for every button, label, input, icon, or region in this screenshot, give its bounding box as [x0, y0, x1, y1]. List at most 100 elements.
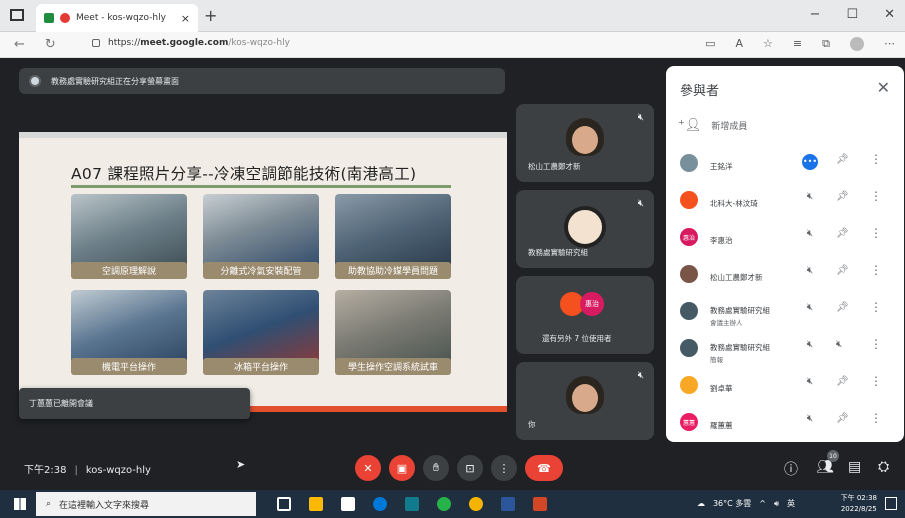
- add-people-button[interactable]: ⁺👤︎ 新增成員: [678, 118, 747, 133]
- shared-screen[interactable]: A07 課程照片分享--冷凍空調節能技術(南港高工) 空調原理解說 分離式冷氣安…: [19, 132, 507, 412]
- taskbar-clock[interactable]: 下午 02:38 2022/8/25: [841, 493, 877, 515]
- mic-toggle-button[interactable]: ✕: [355, 455, 381, 481]
- pin-icon[interactable]: 📌︎: [836, 302, 849, 313]
- camera-toggle-button[interactable]: ▣: [389, 455, 415, 481]
- new-tab-button[interactable]: +: [204, 6, 217, 25]
- present-button[interactable]: ⊡: [457, 455, 483, 481]
- notification-center-icon[interactable]: [885, 497, 897, 510]
- file-explorer-icon[interactable]: [309, 497, 323, 511]
- clock-time: 下午 02:38: [840, 494, 877, 502]
- participant-row[interactable]: 劉卓華 🔇︎ 📌︎ ⋮: [666, 370, 904, 406]
- presentation-banner: 教務處實驗研究組正在分享螢幕畫面: [19, 68, 505, 94]
- self-tile[interactable]: 🔇︎ 你: [516, 362, 654, 440]
- favorite-star-icon[interactable]: ☆: [763, 37, 773, 51]
- window-menu-icon[interactable]: [10, 9, 24, 21]
- more-vert-icon[interactable]: ⋮: [870, 374, 882, 388]
- profile-avatar[interactable]: [850, 37, 864, 51]
- participant-row[interactable]: 北科大-林汶琦 🔇︎ 📌︎ ⋮: [666, 185, 904, 221]
- more-options-button[interactable]: ⋮: [491, 455, 517, 481]
- weather-text[interactable]: 36°C 多雲: [713, 498, 751, 509]
- windows-start-icon[interactable]: [14, 498, 26, 510]
- meet-control-bar: 下午2:38 | kos-wqzo-hly ➤ ✕ ▣ ✋︎ ⊡ ⋮ ☎︎ ⓘ 👥︎…: [0, 444, 905, 488]
- participant-avatar: 惠治: [680, 228, 698, 246]
- more-vert-icon: ⋮: [498, 461, 510, 475]
- pin-icon[interactable]: 📌︎: [836, 376, 849, 387]
- tab-close-icon[interactable]: ×: [181, 12, 190, 25]
- pin-icon[interactable]: 📌︎: [836, 154, 849, 165]
- back-arrow-icon[interactable]: ←: [14, 37, 25, 52]
- participant-tile-others[interactable]: 惠治 還有另外 7 位使用者: [516, 276, 654, 354]
- camera-off-icon: ▣: [396, 461, 408, 475]
- more-vert-icon[interactable]: ⋮: [870, 152, 882, 166]
- others-avatar-b: 惠治: [580, 292, 604, 316]
- read-aloud-icon[interactable]: A: [736, 37, 744, 51]
- line-icon[interactable]: [437, 497, 451, 511]
- word-icon[interactable]: [501, 497, 515, 511]
- chrome-icon[interactable]: [469, 497, 483, 511]
- participant-name: 王銘洋: [710, 162, 733, 171]
- taskbar-search-box[interactable]: ⌕ 在這裡輸入文字來搜尋: [36, 492, 256, 516]
- more-vert-icon[interactable]: ⋮: [870, 411, 882, 425]
- close-window-button[interactable]: ✕: [884, 7, 895, 22]
- volume-icon[interactable]: 🔊︎: [774, 499, 779, 509]
- more-vert-icon[interactable]: ⋮: [870, 337, 882, 351]
- present-screen-icon: ⊡: [465, 461, 475, 475]
- mic-off-icon: 🔇︎: [637, 112, 644, 123]
- leave-call-button[interactable]: ☎︎: [525, 455, 563, 481]
- participant-row[interactable]: 王銘洋 ••• 📌︎ ⋮: [666, 148, 904, 184]
- mic-off-icon: 🔇︎: [806, 413, 814, 424]
- photo-caption-1: 空調原理解說: [71, 262, 187, 279]
- participant-row[interactable]: 蕙蕙 羅蕙蕙 🔇︎ 📌︎ ⋮: [666, 407, 904, 443]
- participant-row[interactable]: 教務處實驗研究組 簡報 🔇︎ 🔇︎ ⋮: [666, 333, 904, 369]
- activities-icon[interactable]: ⛭: [878, 459, 889, 475]
- pin-icon[interactable]: 📌︎: [836, 191, 849, 202]
- photo-caption-6: 學生操作空調系統試車: [335, 358, 451, 375]
- minimize-button[interactable]: −: [810, 7, 821, 22]
- meeting-info-icon[interactable]: ⓘ: [784, 459, 798, 479]
- powerpoint-icon[interactable]: [533, 497, 547, 511]
- participant-row[interactable]: 惠治 李惠治 🔇︎ 📌︎ ⋮: [666, 222, 904, 258]
- tray-expand-icon[interactable]: ^: [759, 499, 766, 508]
- window-controls: − ☐ ✕: [810, 7, 895, 22]
- more-vert-icon[interactable]: ⋮: [870, 226, 882, 240]
- participant-row[interactable]: 教務處實驗研究組 會議主辦人 🔇︎ 📌︎ ⋮: [666, 296, 904, 332]
- reload-icon[interactable]: ↻: [45, 37, 56, 52]
- participant-avatar: [680, 376, 698, 394]
- more-vert-icon[interactable]: ⋮: [870, 300, 882, 314]
- maximize-button[interactable]: ☐: [846, 7, 858, 22]
- participant-tile-2[interactable]: 🔇︎ 教務處實驗研究組: [516, 190, 654, 268]
- participant-row[interactable]: 松山工農鄭才新 🔇︎ 📌︎ ⋮: [666, 259, 904, 295]
- favorites-list-icon[interactable]: ≡: [793, 37, 802, 51]
- participant-tile-1[interactable]: 🔇︎ 松山工農鄭才新: [516, 104, 654, 182]
- browser-toolbar: ▭ A ☆ ≡ ⧉ ⋯: [705, 37, 895, 51]
- slide-title: A07 課程照片分享--冷凍空調節能技術(南港高工): [71, 165, 417, 183]
- edge-icon[interactable]: [373, 497, 387, 511]
- pin-icon[interactable]: 📌︎: [836, 228, 849, 239]
- current-time: 下午2:38: [24, 465, 67, 476]
- browser-tab-meet[interactable]: Meet - kos-wqzo-hly ×: [36, 4, 198, 32]
- participant-name: 劉卓華: [710, 384, 733, 393]
- task-view-icon[interactable]: [277, 497, 291, 511]
- pin-icon[interactable]: 📌︎: [836, 413, 849, 424]
- pin-icon[interactable]: 🔇︎: [836, 339, 842, 350]
- panel-close-button[interactable]: ✕: [877, 78, 890, 97]
- participant-name: 羅蕙蕙: [710, 421, 733, 430]
- more-menu-icon[interactable]: ⋯: [884, 37, 895, 51]
- pin-icon[interactable]: 📌︎: [836, 265, 849, 276]
- mic-off-icon: 🔇︎: [637, 370, 644, 381]
- weather-icon[interactable]: ☁︎: [697, 499, 705, 508]
- collections-icon[interactable]: ⧉: [822, 37, 830, 51]
- mouse-cursor-icon: ➤: [236, 458, 246, 471]
- more-vert-icon[interactable]: ⋮: [870, 189, 882, 203]
- store-icon[interactable]: [341, 497, 355, 511]
- ime-indicator[interactable]: 英: [787, 498, 795, 509]
- raise-hand-button[interactable]: ✋︎: [423, 455, 449, 481]
- chat-icon[interactable]: ▤: [848, 459, 861, 475]
- camera-indicator-icon[interactable]: ▭: [705, 37, 715, 51]
- more-vert-icon[interactable]: ⋮: [870, 263, 882, 277]
- mail-icon[interactable]: [405, 497, 419, 511]
- tab-title: Meet - kos-wqzo-hly: [76, 13, 166, 23]
- mic-off-icon: 🔇︎: [806, 376, 814, 387]
- url-field[interactable]: https://meet.google.com/kos-wqzo-hly: [92, 38, 290, 48]
- participant-name: 松山工農鄭才新: [710, 273, 763, 282]
